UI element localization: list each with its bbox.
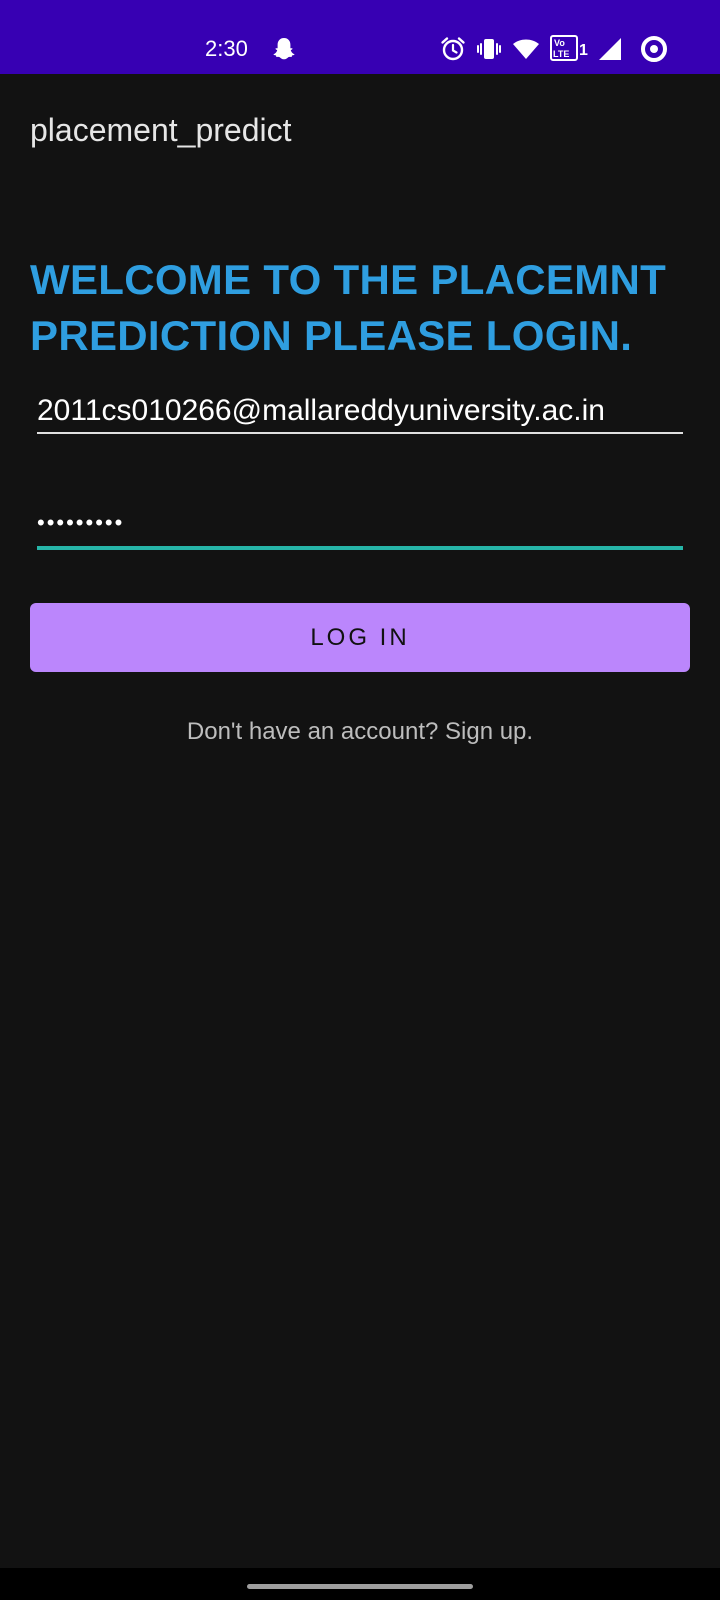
email-field-underline [37, 432, 683, 434]
svg-text:LTE: LTE [553, 49, 569, 59]
gesture-handle[interactable] [247, 1584, 473, 1589]
email-field[interactable]: 2011cs010266@mallareddyuniversity.ac.in [37, 390, 683, 432]
circle-icon [641, 36, 667, 62]
svg-text:1: 1 [579, 42, 588, 59]
svg-text:Vo: Vo [554, 38, 565, 48]
navigation-bar [0, 1568, 720, 1600]
vibrate-icon [477, 39, 501, 59]
alarm-icon [441, 37, 465, 61]
app-title: placement_predict [30, 112, 292, 148]
status-time: 2:30 [205, 36, 248, 61]
password-field[interactable]: ••••••••• [37, 502, 683, 544]
wifi-icon [513, 39, 539, 59]
signup-link[interactable]: Don't have an account? Sign up. [0, 716, 720, 748]
snapchat-icon [273, 38, 295, 60]
welcome-heading: WELCOME TO THE PLACEMNT PREDICTION PLEAS… [30, 256, 667, 359]
password-field-underline [37, 546, 683, 550]
status-bar: 2:30 Vo LTE 1 [0, 0, 720, 74]
login-button[interactable]: LOG IN [30, 603, 690, 672]
volte-icon: Vo LTE 1 [550, 35, 588, 61]
signal-icon [599, 38, 621, 60]
